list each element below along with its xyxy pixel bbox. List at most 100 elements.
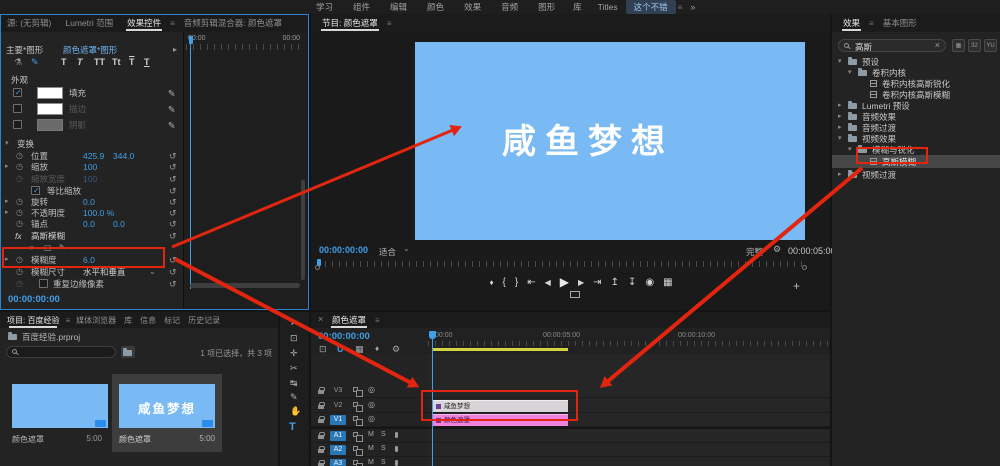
accelerated-effects-badge[interactable]: ▦ bbox=[952, 39, 965, 52]
stroke-color-swatch[interactable] bbox=[37, 103, 63, 115]
expand-icon[interactable] bbox=[173, 44, 177, 56]
eyedropper-icon[interactable] bbox=[167, 87, 175, 99]
timeline-ruler-ticks[interactable] bbox=[428, 341, 828, 346]
reset-icon[interactable] bbox=[169, 173, 177, 185]
close-icon[interactable] bbox=[318, 315, 323, 324]
type-tool[interactable]: T bbox=[289, 422, 296, 433]
track-badge-v2[interactable]: V2 bbox=[330, 401, 346, 411]
razor-tool[interactable]: ✂ bbox=[290, 364, 298, 373]
faux-italic-button[interactable]: T bbox=[77, 56, 83, 68]
edit-text-icon[interactable] bbox=[31, 56, 39, 68]
mini-horizontal-scrollbar[interactable] bbox=[190, 283, 300, 288]
dropdown-caret-icon[interactable] bbox=[403, 245, 410, 253]
lock-icon[interactable] bbox=[318, 449, 324, 453]
twirl-open-icon[interactable] bbox=[5, 138, 9, 150]
tab-libraries[interactable]: 库 bbox=[120, 315, 136, 326]
tab-info[interactable]: 信息 bbox=[136, 315, 160, 326]
tab-essential-graphics[interactable]: 基本图形 bbox=[876, 17, 924, 29]
twirl-open-icon[interactable] bbox=[838, 58, 842, 65]
bit-depth-badge[interactable]: 32 bbox=[968, 39, 981, 52]
small-caps-button[interactable]: Tt bbox=[112, 56, 121, 68]
tab-effects[interactable]: 效果 bbox=[836, 17, 867, 29]
timeline-playhead-handle[interactable] bbox=[429, 331, 436, 339]
twirl-closed-icon[interactable] bbox=[838, 124, 842, 131]
track-badge-a3[interactable]: A3 bbox=[330, 459, 346, 466]
project-search-input[interactable] bbox=[6, 346, 116, 358]
mute-button[interactable]: M bbox=[368, 431, 374, 438]
mute-button[interactable]: M bbox=[368, 445, 374, 452]
voiceover-mic-icon[interactable] bbox=[395, 446, 398, 452]
track-badge-v3[interactable]: V3 bbox=[330, 386, 346, 396]
reset-icon[interactable] bbox=[169, 161, 177, 173]
twirl-open-icon[interactable] bbox=[848, 146, 852, 153]
stroke-checkbox[interactable] bbox=[13, 104, 22, 113]
superscript-button[interactable]: T bbox=[129, 56, 135, 68]
tree-row-video-effects[interactable]: 视频效果 bbox=[832, 133, 1000, 144]
track-badge-a2[interactable]: A2 bbox=[330, 445, 346, 455]
gaussian-blur-section-label[interactable]: 高斯模糊 bbox=[31, 230, 65, 242]
tree-row-convolution-kernel[interactable]: 卷积内核 bbox=[832, 67, 1000, 78]
add-marker-icon[interactable]: ♦ bbox=[375, 345, 379, 353]
stopwatch-icon[interactable] bbox=[16, 218, 23, 230]
step-back-icon[interactable]: ◀ bbox=[545, 278, 551, 287]
project-item[interactable]: 颜色遮罩 5:00 bbox=[8, 378, 110, 450]
twirl-closed-icon[interactable] bbox=[838, 102, 842, 109]
timeline-settings-icon[interactable] bbox=[392, 345, 400, 354]
sync-lock-icon[interactable] bbox=[353, 446, 358, 451]
track-select-tool[interactable]: ⊡ bbox=[290, 334, 298, 343]
solo-button[interactable]: S bbox=[381, 445, 386, 452]
sync-lock-icon[interactable] bbox=[353, 460, 358, 465]
project-item-selected[interactable]: 咸鱼梦想 颜色遮罩 5:00 bbox=[115, 378, 219, 450]
anchor-y-value[interactable]: 0.0 bbox=[113, 218, 125, 230]
tree-row-kernel-gaussian-sharpen[interactable]: 卷积内核高斯锐化 bbox=[832, 78, 1000, 89]
tree-row-kernel-gaussian-blur[interactable]: 卷积内核高斯模糊 bbox=[832, 89, 1000, 100]
panel-menu-icon[interactable] bbox=[387, 19, 392, 28]
lift-icon[interactable]: ↥ bbox=[611, 277, 619, 288]
voiceover-mic-icon[interactable] bbox=[395, 432, 398, 438]
solo-button[interactable]: S bbox=[381, 459, 386, 466]
reset-icon[interactable] bbox=[169, 218, 177, 230]
reset-icon[interactable] bbox=[169, 266, 177, 278]
export-frame-icon[interactable]: ◉ bbox=[645, 277, 654, 288]
workspace-tab-titles[interactable]: Titles bbox=[590, 2, 626, 12]
play-button-icon[interactable]: ▶ bbox=[560, 275, 569, 289]
panel-menu-icon[interactable] bbox=[170, 19, 175, 28]
program-timecode[interactable]: 00:00:00:00 bbox=[319, 245, 368, 255]
plus-icon[interactable] bbox=[793, 280, 800, 292]
extract-icon[interactable]: ↧ bbox=[628, 277, 636, 288]
go-to-out-icon[interactable]: ⇥ bbox=[593, 277, 601, 288]
mini-playhead[interactable] bbox=[189, 36, 193, 44]
ripple-edit-tool[interactable]: ✛ bbox=[290, 349, 298, 358]
project-filename[interactable]: 百度经验.prproj bbox=[22, 331, 80, 343]
add-marker-icon[interactable]: ♦ bbox=[489, 278, 493, 287]
sync-lock-icon[interactable] bbox=[353, 402, 358, 407]
workspace-tab-custom-active[interactable]: 这个不错 bbox=[626, 0, 676, 14]
tree-row-presets[interactable]: 预设 bbox=[832, 56, 1000, 67]
fill-color-swatch[interactable] bbox=[37, 87, 63, 99]
solo-button[interactable]: S bbox=[381, 431, 386, 438]
track-badge-v1[interactable]: V1 bbox=[330, 415, 346, 425]
master-clip-label[interactable]: 主要*图形 bbox=[6, 44, 43, 56]
stopwatch-icon[interactable] bbox=[16, 161, 23, 173]
scale-value[interactable]: 100 bbox=[83, 161, 97, 173]
eye-icon[interactable] bbox=[368, 386, 375, 394]
overflow-icon[interactable] bbox=[690, 2, 695, 12]
twirl-closed-icon[interactable] bbox=[838, 113, 842, 120]
workspace-tab-assembly[interactable]: 组件 bbox=[343, 1, 380, 13]
workspace-tab-effects[interactable]: 效果 bbox=[454, 1, 491, 13]
sync-lock-icon[interactable] bbox=[353, 387, 358, 392]
faux-bold-button[interactable]: T bbox=[61, 56, 67, 68]
clear-search-icon[interactable] bbox=[935, 41, 940, 50]
yuv-badge[interactable]: YU bbox=[984, 39, 997, 52]
effect-controls-timecode[interactable]: 00:00:00:00 bbox=[8, 294, 60, 306]
track-badge-a1[interactable]: A1 bbox=[330, 431, 346, 441]
reset-icon[interactable] bbox=[169, 278, 177, 290]
workspace-tab-audio[interactable]: 音频 bbox=[491, 1, 528, 13]
proxy-icon[interactable] bbox=[570, 291, 580, 298]
eyedropper-icon[interactable] bbox=[167, 103, 175, 115]
mark-out-icon[interactable]: } bbox=[515, 277, 518, 288]
tab-lumetri-scopes[interactable]: Lumetri 范围 bbox=[58, 17, 120, 29]
pen-tool[interactable]: ✎ bbox=[290, 393, 298, 402]
sync-lock-icon[interactable] bbox=[353, 416, 358, 421]
effects-search-input[interactable]: 高斯 bbox=[838, 39, 946, 52]
